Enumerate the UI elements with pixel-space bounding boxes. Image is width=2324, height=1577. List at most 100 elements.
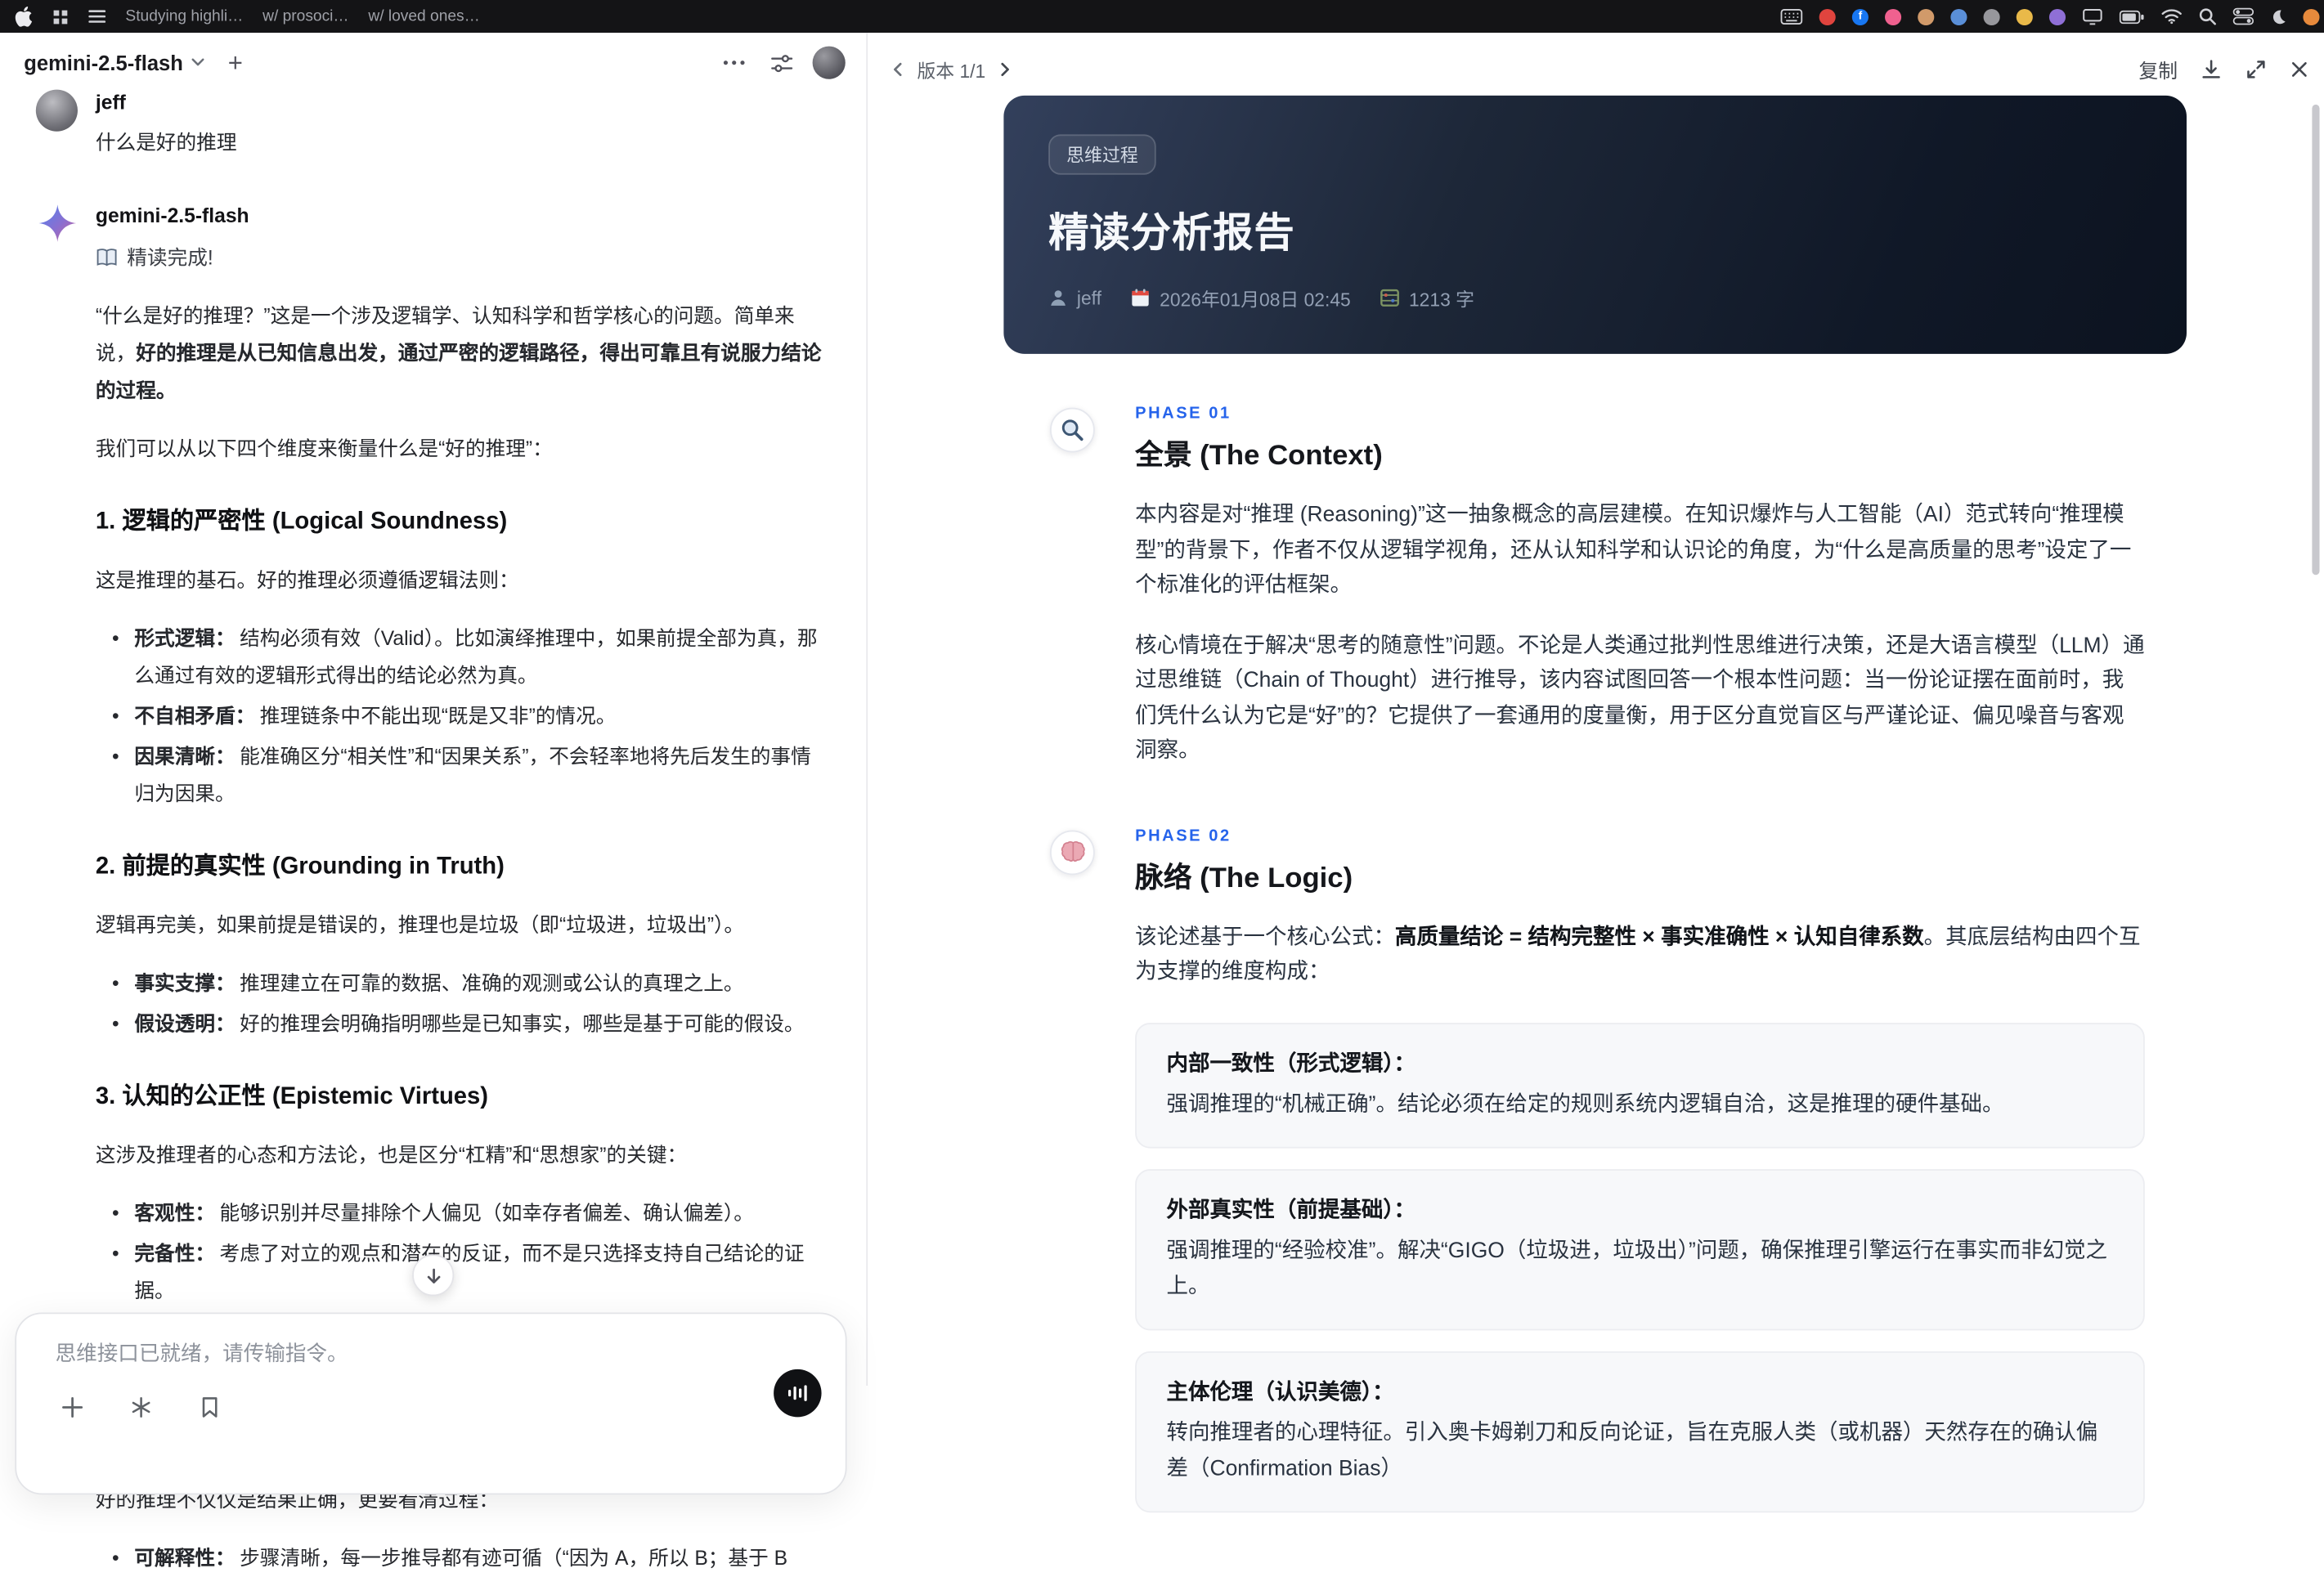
section-heading: 1. 逻辑的严密性 (Logical Soundness) [95, 508, 508, 535]
waveform-icon [787, 1385, 807, 1401]
brain-icon [1050, 829, 1095, 875]
yellow-app-icon[interactable] [2016, 8, 2033, 25]
attach-button[interactable] [56, 1390, 88, 1422]
apple-icon[interactable] [15, 6, 33, 27]
arrow-down-icon [426, 1267, 440, 1283]
phase-01-section: PHASE 01 全景 (The Context) 本内容是对“推理 (Reas… [1050, 404, 2145, 770]
battery-icon[interactable] [2119, 9, 2145, 24]
scrollbar[interactable] [2312, 104, 2320, 576]
phase-label: PHASE 01 [1135, 404, 1232, 423]
voice-input-button[interactable] [774, 1369, 822, 1418]
download-button[interactable] [2200, 57, 2222, 79]
account-avatar[interactable] [812, 46, 846, 79]
sparkle-asterisk-icon [131, 1396, 150, 1417]
status-text: 精读完成! [127, 246, 213, 269]
ellipsis-icon [722, 60, 744, 65]
grid-icon[interactable] [52, 8, 69, 25]
moon-icon[interactable] [2270, 8, 2286, 25]
dimension-card: 主体伦理（认识美德）： 转向推理者的心理特征。引入奥卡姆剃刀和反向论证，旨在克服… [1135, 1351, 2145, 1513]
purple-app-icon[interactable] [2048, 8, 2066, 25]
copy-button[interactable]: 复制 [2138, 55, 2178, 83]
chat-panel: gemini-2.5-flash + jeff 什么是好的推理 gemini-2… [0, 33, 868, 1577]
menubar-status-item[interactable]: w/ prosoci… [262, 7, 349, 25]
phase-label: PHASE 02 [1135, 826, 1232, 845]
search-icon[interactable] [2199, 7, 2217, 25]
message-input[interactable]: 思维接口已就绪，请传输指令。 [56, 1338, 819, 1369]
expand-button[interactable] [2245, 57, 2267, 79]
dimension-card: 外部真实性（前提基础）： 强调推理的“经验校准”。解决“GIGO（垃圾进，垃圾出… [1135, 1169, 2145, 1331]
assistant-paragraph: 逻辑再完美，如果前提是错误的，推理也是垃圾（即“垃圾进，垃圾出”）。 [95, 913, 745, 937]
list-icon[interactable] [88, 9, 106, 24]
bullet-list: 事实支撑：推理建立在可靠的数据、准确的观测或公认的真理之上。 假设透明：好的推理… [96, 965, 822, 1042]
menubar-status-item[interactable]: w/ loved ones… [368, 7, 479, 25]
report-date: 2026年01月08日 02:45 [1131, 284, 1351, 312]
person-icon [1051, 290, 1066, 306]
card-title: 主体伦理（认识美德）： [1166, 1381, 1394, 1405]
facebook-app-icon[interactable]: f [1851, 8, 1869, 25]
screen: Studying highli… w/ prosoci… w/ loved on… [0, 0, 2324, 1577]
plus-icon [61, 1396, 83, 1418]
list-item: 可解释性：步骤清晰，每一步推导都有迹可循（“因为 A，所以 B；基于 B [96, 1539, 822, 1577]
section-heading: 2. 前提的真实性 (Grounding in Truth) [95, 853, 505, 880]
doc-paragraph: 本内容是对“推理 (Reasoning)”这一抽象概念的高层建模。在知识爆炸与人… [1135, 503, 2132, 598]
doc-paragraph: 该论述基于一个核心公式：高质量结论 = 结构完整性 × 事实准确性 × 认知自律… [1135, 925, 2141, 984]
bookmark-button[interactable] [193, 1390, 226, 1422]
version-controls: 版本 1/1 [889, 55, 1014, 83]
close-button[interactable] [2290, 59, 2309, 78]
abacus-icon [1380, 289, 1400, 307]
tan-app-icon[interactable] [1918, 8, 1935, 25]
assistant-paragraph: 这涉及推理者的心态和方法论，也是区分“杠精”和“思想家”的关键： [95, 1144, 688, 1167]
blue-app-icon[interactable] [1950, 8, 1967, 25]
document-content: 思维过程 精读分析报告 jeff 2026年01月08日 02:45 1213 … [868, 92, 2324, 1513]
keyboard-icon[interactable] [1780, 8, 1803, 25]
section-heading: 3. 认知的公正性 (Epistemic Virtues) [95, 1084, 489, 1110]
gray-app-icon[interactable] [1983, 8, 2000, 25]
report-meta: jeff 2026年01月08日 02:45 1213 字 [1048, 284, 2142, 312]
display-icon[interactable] [2082, 8, 2103, 25]
user-avatar [35, 89, 78, 132]
pink-app-icon[interactable] [1885, 8, 1902, 25]
bullet-list: 形式逻辑：结构必须有效（Valid）。比如演绎推理中，如果前提全部为真，那么通过… [96, 620, 822, 813]
user-message: jeff 什么是好的推理 [35, 89, 822, 162]
message-author: jeff [95, 91, 126, 114]
assistant-paragraph: 我们可以从以下四个维度来衡量什么是“好的推理”： [95, 437, 553, 460]
list-item: 客观性：能够识别并尽量排除个人偏见（如幸存者偏差、确认偏差）。 [96, 1194, 822, 1232]
plus-icon: + [227, 48, 243, 78]
section-title: 全景 (The Context) [1135, 440, 1383, 473]
list-item: 完备性：考虑了对立的观点和潜在的反证，而不是只选择支持自己结论的证据。 [96, 1234, 822, 1309]
card-title: 外部真实性（前提基础）： [1166, 1198, 1416, 1223]
sliders-icon [770, 54, 792, 72]
more-options-button[interactable] [717, 47, 750, 79]
new-chat-button[interactable]: + [219, 47, 252, 79]
card-title: 内部一致性（形式逻辑）： [1166, 1051, 1416, 1076]
document-toolbar: 版本 1/1 复制 [868, 33, 2324, 92]
red-app-icon[interactable] [1819, 8, 1836, 25]
model-name: gemini-2.5-flash [24, 51, 183, 75]
version-next-button[interactable] [994, 59, 1014, 78]
orange-app-icon[interactable] [2303, 8, 2320, 25]
wifi-icon[interactable] [2161, 9, 2183, 25]
menubar-status-item[interactable]: Studying highli… [125, 7, 243, 25]
settings-sliders-button[interactable] [765, 47, 797, 79]
bullet-list: 可解释性：步骤清晰，每一步推导都有迹可循（“因为 A，所以 B；基于 B [96, 1539, 822, 1577]
document-actions: 复制 [2138, 55, 2308, 83]
menubar-left: Studying highli… w/ prosoci… w/ loved on… [15, 6, 1780, 27]
version-label: 版本 1/1 [917, 60, 986, 82]
book-icon [96, 249, 117, 267]
reading-status: 精读完成! [96, 239, 822, 276]
tools-button[interactable] [124, 1390, 157, 1422]
report-word-count: 1213 字 [1380, 284, 1474, 312]
list-item: 事实支撑：推理建立在可靠的数据、准确的观测或公认的真理之上。 [96, 965, 822, 1002]
list-item: 形式逻辑：结构必须有效（Valid）。比如演绎推理中，如果前提全部为真，那么通过… [96, 620, 822, 694]
chevron-down-icon [191, 58, 204, 66]
report-badge: 思维过程 [1048, 134, 1156, 175]
document-panel: 版本 1/1 复制 思维过程 精读分析报告 jeff 2026年01月08日 0… [868, 33, 2324, 1513]
gemini-star-icon [36, 202, 78, 244]
control-center-icon[interactable] [2232, 7, 2254, 25]
expand-icon [2247, 60, 2265, 78]
chevron-left-icon [894, 61, 902, 76]
model-selector[interactable]: gemini-2.5-flash [24, 51, 204, 74]
scroll-to-bottom-button[interactable] [412, 1254, 455, 1297]
report-header-card: 思维过程 精读分析报告 jeff 2026年01月08日 02:45 1213 … [1003, 95, 2187, 354]
version-prev-button[interactable] [889, 59, 909, 78]
